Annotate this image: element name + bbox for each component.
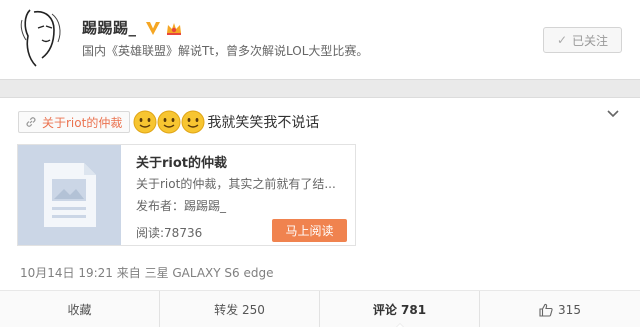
emoji-group <box>133 110 205 134</box>
profile-bio: 国内《英雄联盟》解说Tt，曾多次解说LOL大型比赛。 <box>82 44 369 58</box>
topic-tag-label: 关于riot的仲裁 <box>42 115 123 130</box>
topic-tag[interactable]: 关于riot的仲裁 <box>18 111 131 133</box>
article-read-count: 阅读:78736 <box>136 226 203 240</box>
post-text: 我就笑笑我不说话 <box>207 115 320 131</box>
smile-emoji-icon <box>157 110 181 134</box>
active-caret-icon <box>393 323 406 327</box>
follow-button[interactable]: ✓ 已关注 <box>543 27 622 53</box>
chevron-down-icon[interactable] <box>607 110 619 118</box>
name-row: 踢踢踢_ <box>82 17 183 38</box>
profile-card: 踢踢踢_ 国内《英雄联盟》解说Tt，曾多次解说LOL大型比赛。 ✓ 已关注 <box>0 0 640 80</box>
read-now-button[interactable]: 马上阅读 <box>272 219 347 242</box>
favorite-label: 收藏 <box>67 303 92 317</box>
profile-name[interactable]: 踢踢踢_ <box>82 17 137 38</box>
article-title: 关于riot的仲裁 <box>136 156 228 171</box>
action-bar: 收藏 转发 250 评论 781 315 <box>0 290 640 327</box>
like-button[interactable]: 315 <box>480 291 640 327</box>
article-share-card[interactable]: 关于riot的仲裁 关于riot的仲裁，其实之前就有了结... 发布者：踢踢踢_… <box>17 144 356 246</box>
post-meta: 10月14日 19:21 来自 三星 GALAXY S6 edge <box>20 266 274 280</box>
follow-button-label: 已关注 <box>572 33 609 48</box>
favorite-button[interactable]: 收藏 <box>0 291 160 327</box>
comment-label: 评论 781 <box>372 303 427 317</box>
check-icon: ✓ <box>556 33 568 47</box>
repost-button[interactable]: 转发 250 <box>160 291 320 327</box>
link-icon <box>26 117 36 127</box>
smile-emoji-icon <box>181 110 205 134</box>
thumbs-up-icon <box>539 303 553 317</box>
smile-emoji-icon <box>133 110 157 134</box>
avatar[interactable] <box>16 6 66 70</box>
article-publisher: 发布者：踢踢踢_ <box>136 199 227 213</box>
post-card: 关于riot的仲裁 我就笑笑我不说话 关于riot的仲裁 关于riot的仲裁，其… <box>0 97 640 327</box>
repost-label: 转发 250 <box>214 303 265 317</box>
post-content: 关于riot的仲裁 我就笑笑我不说话 <box>18 109 319 135</box>
comment-button[interactable]: 评论 781 <box>320 291 480 327</box>
article-thumbnail <box>18 145 121 245</box>
crown-icon <box>166 22 181 35</box>
verified-v-icon <box>145 21 160 35</box>
article-description: 关于riot的仲裁，其实之前就有了结... <box>136 177 336 191</box>
like-count: 315 <box>558 302 581 317</box>
